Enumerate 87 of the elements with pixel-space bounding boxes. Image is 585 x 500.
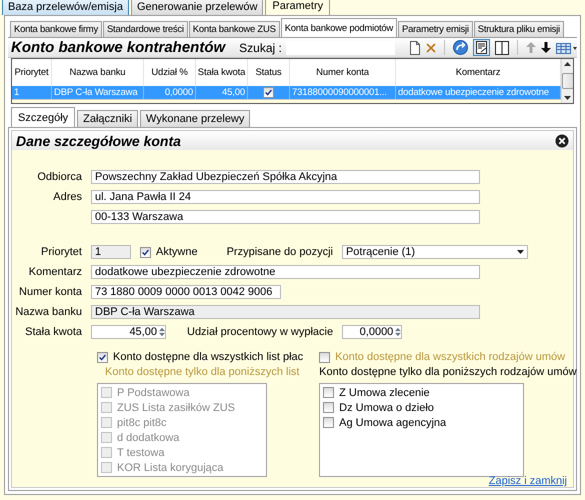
checkbox[interactable] xyxy=(101,402,112,413)
checkbox[interactable] xyxy=(323,387,334,398)
table-cell: DBP C-ła Warszawa xyxy=(52,86,144,99)
input-field[interactable]: 00-133 Warszawa xyxy=(91,210,480,224)
checkbox[interactable] xyxy=(101,447,112,458)
column-header[interactable]: Priorytet xyxy=(12,59,52,86)
checkbox-label: pit8c pit8c xyxy=(117,416,167,428)
tab[interactable]: Parametry xyxy=(265,0,330,15)
input-field[interactable]: 0,0000 xyxy=(343,326,396,338)
spin-arrows-icon xyxy=(395,326,402,338)
checkbox-label: d dodatkowa xyxy=(117,432,180,444)
arrow-down-icon[interactable] xyxy=(540,42,551,53)
checkbox[interactable] xyxy=(101,417,112,428)
tab[interactable]: Generowanie przelewów xyxy=(130,0,264,15)
input-field[interactable]: ul. Jana Pawła II 24 xyxy=(91,190,480,204)
checkbox-label: Aktywne xyxy=(156,246,198,258)
delete-icon[interactable] xyxy=(426,42,436,52)
table-cell: 73188000090000001... xyxy=(290,86,396,99)
tab[interactable]: Struktura pliku emisji xyxy=(474,21,564,37)
input-field[interactable]: DBP C-ła Warszawa xyxy=(91,305,480,319)
checkbox[interactable] xyxy=(101,462,112,473)
columns-icon[interactable] xyxy=(494,40,509,54)
spin-field[interactable]: 0,0000 xyxy=(342,325,402,339)
tab[interactable]: Wykonane przelewy xyxy=(140,110,250,127)
report-icon[interactable] xyxy=(472,39,490,56)
scroll-down-icon[interactable] xyxy=(564,96,571,100)
column-header[interactable]: Stała kwota xyxy=(196,59,248,86)
tab[interactable]: Konta bankowe podmiotów xyxy=(280,18,398,37)
tab[interactable]: Parametry emisji xyxy=(398,21,473,37)
field-label: Priorytet xyxy=(40,246,82,258)
checkbox-label: Ag Umowa agencyjna xyxy=(339,416,446,428)
input-field[interactable]: Powszechny Zakład Ubezpieczeń Spółka Akcyjna xyxy=(91,170,480,184)
tab[interactable]: Baza przelewów/emisja xyxy=(2,0,129,15)
list-caption: Konto dostępne tylko dla poniższych rodzajów umów xyxy=(319,366,577,378)
checkbox-label: Konto dostępne dla wszystkich list płac xyxy=(113,351,304,363)
spin-arrows-icon xyxy=(158,326,165,338)
field-label: Stała kwota xyxy=(24,326,82,338)
table-dropdown-icon[interactable] xyxy=(556,42,578,54)
field-label: Adres xyxy=(52,191,82,203)
field-label: Udział procentowy w wypłacie xyxy=(187,326,334,338)
checkbox[interactable] xyxy=(140,246,151,258)
dropdown[interactable]: Potrącenie (1) xyxy=(342,245,528,259)
checkbox-label: KOR Lista korygująca xyxy=(117,462,224,474)
input-field[interactable]: dodatkowe ubezpieczenie zdrowotne xyxy=(91,265,480,279)
input-field[interactable]: 45,00 xyxy=(92,326,159,338)
checkbox-label: ZUS Lista zasiłków ZUS xyxy=(117,402,235,414)
checkbox[interactable] xyxy=(323,402,334,413)
field-label: Odbiorca xyxy=(36,171,82,183)
checkbox-label: T testowa xyxy=(117,446,164,458)
input-field[interactable]: 73 1880 0009 0000 0013 0042 9006 xyxy=(91,285,281,299)
checkbox[interactable] xyxy=(97,352,108,362)
checkbox[interactable] xyxy=(101,432,112,443)
close-icon[interactable] xyxy=(555,134,569,148)
checkbox-label: P Podstawowa xyxy=(117,386,190,398)
tab[interactable]: Załączniki xyxy=(77,110,138,127)
checkbox-label: Dz Umowa o dzieło xyxy=(339,402,434,414)
field-label: Komentarz xyxy=(28,266,82,278)
table-cell: 1 xyxy=(12,86,52,99)
refresh-icon[interactable] xyxy=(452,40,468,55)
search-label: Szukaj : xyxy=(239,40,282,54)
table-cell: 0,0000 xyxy=(144,86,196,99)
scrollbar[interactable] xyxy=(561,59,573,103)
checkbox-label: Z Umowa zlecenie xyxy=(339,386,430,398)
new-document-icon[interactable] xyxy=(408,40,421,54)
table-cell: dodatkowe ubezpieczenie zdrowotne xyxy=(396,86,561,99)
spin-field[interactable]: 45,00 xyxy=(91,325,166,339)
tab[interactable]: Konta bankowe ZUS xyxy=(188,21,280,37)
panel-title: Konto bankowe kontrahentów xyxy=(11,39,226,56)
field-label: Nazwa banku xyxy=(14,306,82,318)
panel-title: Dane szczegółowe konta xyxy=(16,132,181,148)
scroll-up-icon[interactable] xyxy=(564,62,571,66)
checkbox[interactable] xyxy=(101,387,112,398)
save-and-close-link[interactable]: Zapisz i zamknij xyxy=(488,475,567,487)
checkbox[interactable] xyxy=(319,352,330,362)
table-cell: 45,00 xyxy=(196,86,248,99)
checkbox-label: Konto dostępne dla wszystkich rodzajów umów xyxy=(335,351,566,363)
input-field[interactable]: 1 xyxy=(91,245,131,259)
list-caption: Konto dostępne tylko dla poniższych list xyxy=(104,366,300,378)
field-label: Numer konta xyxy=(18,286,82,298)
tab[interactable]: Standardowe treści xyxy=(102,21,188,37)
checkbox[interactable] xyxy=(323,417,334,428)
search-field[interactable] xyxy=(286,40,395,54)
tab[interactable]: Konta bankowe firmy xyxy=(10,21,102,37)
dropdown-caret-icon xyxy=(516,250,524,254)
tab[interactable]: Szczegóły xyxy=(11,107,76,127)
field-label: Przypisane do pozycji xyxy=(226,246,333,258)
checkbox[interactable] xyxy=(263,87,274,98)
